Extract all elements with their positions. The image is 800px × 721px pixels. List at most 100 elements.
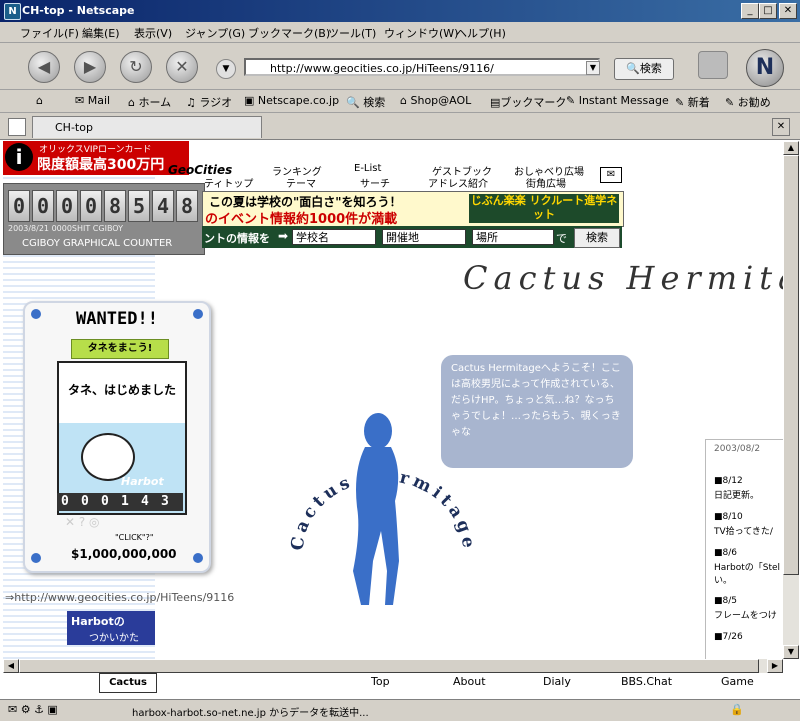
bookmark-home[interactable]: ⌂ ホーム: [128, 94, 171, 110]
close-button[interactable]: ✕: [779, 3, 797, 19]
menu-go[interactable]: ジャンプ(G): [185, 25, 245, 41]
nav-link-top[interactable]: Top: [371, 675, 390, 688]
scroll-left-button[interactable]: ◀: [3, 659, 19, 673]
status-text: harbox-harbot.so-net.ne.jp からデータを転送中...: [132, 708, 369, 719]
harbot-screen: タネ、はじめました Harbot: [57, 361, 187, 515]
reload-button[interactable]: ↻: [120, 51, 152, 83]
menu-view[interactable]: 表示(V): [134, 25, 172, 41]
stop-button[interactable]: ✕: [166, 51, 198, 83]
nav-link-about[interactable]: About: [453, 675, 486, 688]
menu-file[interactable]: ファイル(F): [20, 25, 79, 41]
bookmark-recommend[interactable]: ✎ お勧め: [725, 94, 771, 110]
navigation-toolbar: ◀ ▶ ↻ ✕ ▼ http://www.geocities.co.jp/HiT…: [0, 43, 800, 90]
horizontal-scrollbar[interactable]: ◀ ▶: [3, 659, 783, 673]
url-field[interactable]: http://www.geocities.co.jp/HiTeens/9116/: [244, 58, 600, 76]
menu-bookmarks[interactable]: ブックマーク(B): [248, 25, 330, 41]
counter-digit: 5: [128, 190, 150, 222]
place-select[interactable]: 場所: [472, 229, 554, 245]
nav-link-game[interactable]: Game: [721, 675, 754, 688]
news-date: ■8/6: [714, 548, 737, 558]
nav-link-dialy[interactable]: Dialy: [543, 675, 571, 688]
vertical-scroll-thumb[interactable]: [783, 155, 799, 575]
harbot-wanted-widget[interactable]: WANTED!! タネをまこう! タネ、はじめました Harbot 0 0 0 …: [23, 301, 211, 573]
menu-window[interactable]: ウィンドウ(W): [384, 25, 458, 41]
welcome-bubble: Cactus Hermitageへようこそ！ここは高校男児によって作成されている…: [441, 355, 633, 468]
bookmark-mail[interactable]: ✉ Mail: [75, 94, 110, 107]
menu-bar: ファイル(F) 編集(E) 表示(V) ジャンプ(G) ブックマーク(B) ツー…: [0, 22, 800, 43]
geo-link-square[interactable]: 街角広場: [526, 175, 566, 190]
venue-select[interactable]: 開催地: [382, 229, 466, 245]
bounty-amount: $1,000,000,000: [71, 547, 177, 561]
status-icons[interactable]: ✉ ⚙ ⚓ ▣: [8, 703, 58, 716]
info-icon: i: [5, 143, 33, 171]
harbot-counter: 0 0 0 1 4 3: [57, 493, 183, 511]
scroll-up-button[interactable]: ▲: [783, 141, 799, 155]
news-date: ■8/10: [714, 512, 743, 522]
bookmark-radio[interactable]: ♫ ラジオ: [186, 94, 232, 110]
bookmark-netscape[interactable]: ▣ Netscape.co.jp: [244, 94, 339, 107]
counter-digit: 8: [104, 190, 126, 222]
bookmark-home-label: ホーム: [138, 96, 172, 109]
click-hint: "CLICK"?": [115, 533, 154, 542]
arrow-right-icon: ➡: [278, 229, 289, 243]
scroll-right-button[interactable]: ▶: [767, 659, 783, 673]
search-button[interactable]: 🔍検索: [614, 58, 674, 80]
bookmark-search-label: 検索: [363, 96, 386, 109]
minimize-button[interactable]: _: [741, 3, 759, 19]
harbot-digit: 4: [141, 494, 149, 509]
security-lock-icon[interactable]: 🔒: [730, 703, 744, 716]
print-icon[interactable]: [698, 51, 728, 79]
bookmark-shop[interactable]: ⌂ Shop@AOL: [400, 94, 471, 107]
counter-footer: CGIBOY GRAPHICAL COUNTER: [22, 238, 173, 249]
news-text[interactable]: 日記更新。: [714, 488, 759, 501]
harbot-digit: 0: [101, 494, 109, 509]
geo-link-theme[interactable]: テーマ: [286, 175, 316, 190]
search-button-label: 検索: [639, 62, 662, 75]
harbot-control-icons[interactable]: ✕ ? ◎: [65, 515, 100, 529]
cactus-logo[interactable]: Cactus: [99, 673, 157, 693]
harbot-digit: 3: [161, 494, 169, 509]
news-text[interactable]: フレームをつけ: [714, 608, 777, 621]
status-bar: ✉ ⚙ ⚓ ▣ harbox-harbot.so-net.ne.jp からデータ…: [0, 699, 800, 721]
scroll-down-button[interactable]: ▼: [783, 645, 799, 659]
page-content: i オリックスVIPローンカード 限度額最高300万円 0 0 0 0 8 5 …: [3, 141, 783, 659]
menu-tools[interactable]: ツール(T): [328, 25, 376, 41]
news-text[interactable]: TV拾ってきた/: [714, 524, 773, 537]
news-text[interactable]: Harbotの「Stel さい。: [714, 560, 783, 586]
bookmark-bookmarks[interactable]: ▤ブックマーク: [490, 94, 566, 110]
bookmark-search[interactable]: 🔍 検索: [346, 94, 385, 110]
bookmark-new[interactable]: ✎ 新着: [675, 94, 710, 110]
nav-link-bbs-chat[interactable]: BBS.Chat: [621, 675, 672, 688]
history-dropdown-icon[interactable]: ▼: [216, 59, 236, 79]
counter-digit: 4: [152, 190, 174, 222]
corner-dot-icon: [193, 309, 203, 319]
vertical-scrollbar[interactable]: ▲ ▼: [783, 141, 799, 659]
home-icon[interactable]: ⌂: [36, 94, 43, 107]
back-arrow-icon: ◀: [37, 57, 51, 76]
horizontal-scroll-thumb[interactable]: [19, 659, 759, 673]
geo-link-citytop[interactable]: ティトップ: [204, 175, 253, 190]
close-tab-icon[interactable]: ✕: [772, 118, 790, 136]
event-banner-ad[interactable]: この夏は学校の"面白さ"を知ろう！ のイベント情報約1000件が満載 じぶん楽楽…: [202, 191, 624, 227]
url-dropdown-icon[interactable]: ▼: [586, 61, 600, 75]
netscape-logo[interactable]: N: [746, 49, 784, 87]
mail-envelope-icon[interactable]: ✉: [600, 167, 622, 183]
geo-link-address[interactable]: アドレス紹介: [428, 175, 488, 190]
menu-edit[interactable]: 編集(E): [82, 25, 120, 41]
cgiboy-counter: 0 0 0 0 8 5 4 8 2003/8/21 0000SHIT CGIBO…: [3, 183, 205, 255]
maximize-button[interactable]: □: [759, 3, 777, 19]
bookmark-instant-message[interactable]: ✎ Instant Message: [566, 94, 669, 107]
event-search-button[interactable]: 検索: [574, 228, 620, 248]
menu-help[interactable]: ヘルプ(H): [456, 25, 506, 41]
harbot-caption: タネ、はじめました: [67, 383, 176, 397]
geo-link-search[interactable]: サーチ: [360, 175, 390, 190]
geo-link-elist[interactable]: E-List: [354, 163, 381, 174]
woman-silhouette-icon: [353, 413, 399, 605]
new-tab-icon[interactable]: [8, 118, 26, 136]
harbot-usage-ad[interactable]: Harbotの つかいかた: [67, 611, 155, 645]
tab-ch-top[interactable]: CH-top: [32, 116, 262, 138]
school-select[interactable]: 学校名: [292, 229, 376, 245]
wanted-title: WANTED!!: [76, 309, 158, 329]
back-button[interactable]: ◀: [28, 51, 60, 83]
forward-button[interactable]: ▶: [74, 51, 106, 83]
